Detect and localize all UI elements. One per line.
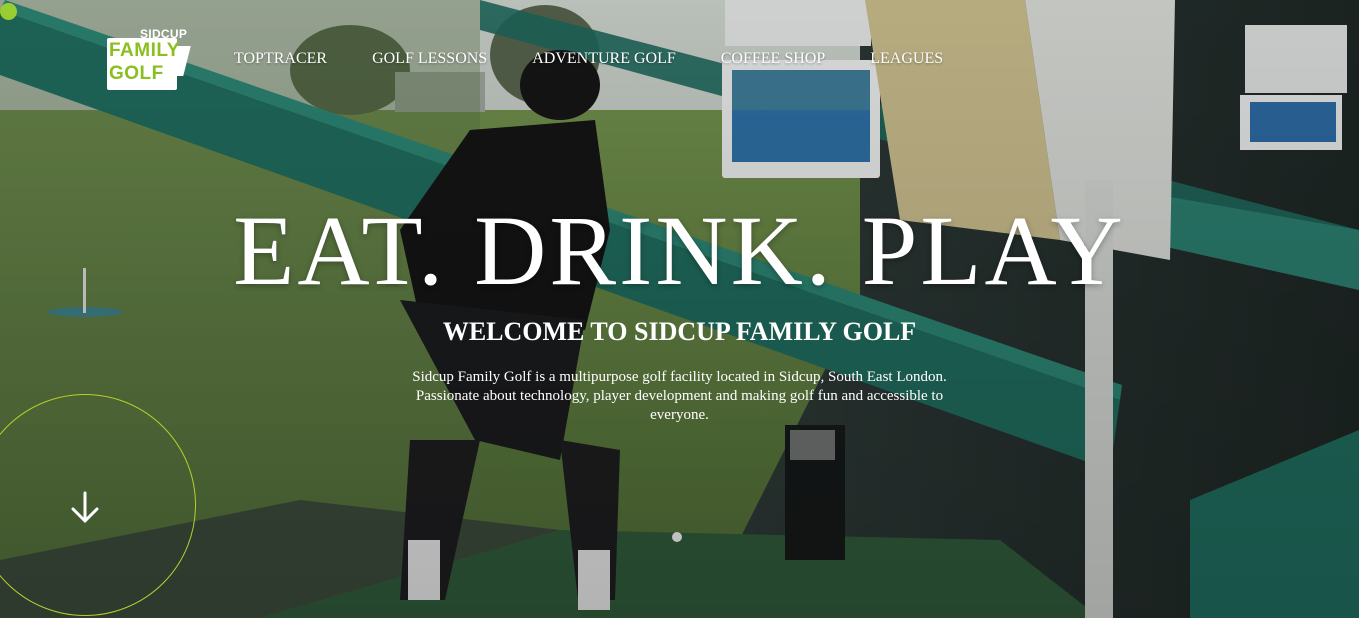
hero-intro-text: Sidcup Family Golf is a multipurpose gol… (412, 369, 947, 423)
nav-item-golf-lessons[interactable]: GOLF LESSONS (372, 50, 487, 68)
hero-section: SIDCUP FAMILY GOLF TOPTRACER GOLF LESSON… (0, 0, 1359, 618)
hero-subheading: WELCOME TO SIDCUP FAMILY GOLF (442, 317, 917, 346)
nav-item-coffee-shop[interactable]: COFFEE SHOP (721, 50, 825, 68)
nav-item-leagues[interactable]: LEAGUES (870, 50, 943, 68)
nav-item-adventure-golf[interactable]: ADVENTURE GOLF (532, 50, 676, 68)
site-logo[interactable]: SIDCUP FAMILY GOLF (107, 27, 191, 91)
hero-headline: EAT. DRINK. PLAY (233, 195, 1126, 306)
main-nav: TOPTRACER GOLF LESSONS ADVENTURE GOLF CO… (234, 50, 943, 68)
logo-family-text: FAMILY (109, 40, 180, 61)
nav-item-toptracer[interactable]: TOPTRACER (234, 50, 327, 68)
arrow-down-icon[interactable] (68, 490, 102, 526)
logo-golf-text: GOLF (109, 63, 164, 84)
hero-darken-overlay (0, 0, 1359, 618)
cursor-dot-indicator (0, 3, 17, 20)
